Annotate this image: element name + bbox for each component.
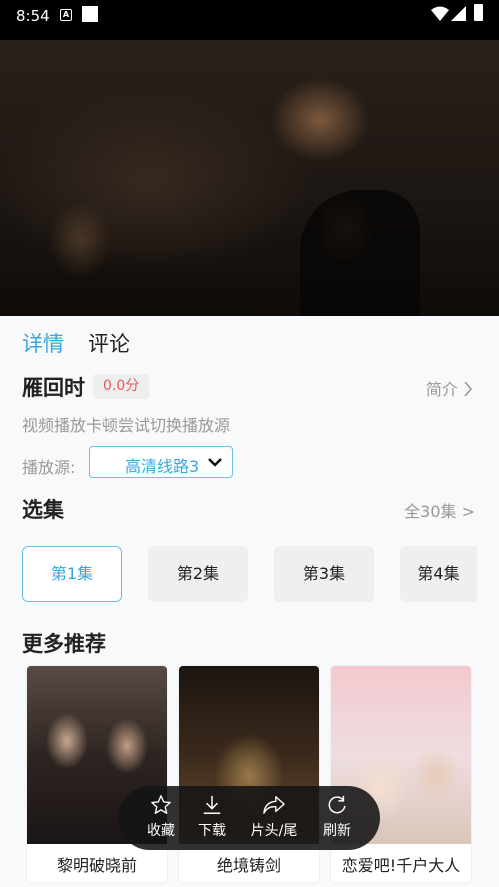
download-icon (203, 795, 221, 814)
chevron-right-icon (464, 381, 473, 397)
favorite-label: 收藏 (147, 823, 175, 839)
tab-comments[interactable]: 评论 (88, 328, 130, 358)
refresh-button[interactable]: 刷新 (309, 794, 365, 840)
favorite-button[interactable]: 收藏 (133, 794, 189, 840)
cell-signal-icon (451, 6, 466, 21)
intro-outro-button[interactable]: 片头/尾 (246, 794, 302, 840)
refresh-label: 刷新 (323, 823, 351, 839)
status-bar: 8:54 A (0, 0, 499, 40)
source-label: 播放源: (22, 458, 76, 477)
recommend-title: 更多推荐 (22, 632, 106, 656)
source-select[interactable]: 高清线路3 (89, 446, 233, 478)
share-forward-icon (263, 796, 285, 814)
all-episodes-link[interactable]: 全30集 > (404, 498, 475, 522)
wifi-icon (431, 6, 449, 21)
download-button[interactable]: 下载 (184, 794, 240, 840)
recommend-title-text: 恋爱吧!千户大人 (341, 856, 461, 875)
show-title: 雁回时 (22, 376, 85, 400)
refresh-icon (328, 795, 346, 814)
poster-calligraphy (389, 670, 468, 681)
video-player[interactable] (0, 40, 499, 316)
episodes-title: 选集 (22, 498, 64, 522)
video-frame-figure (300, 190, 420, 316)
tab-details[interactable]: 详情 (22, 328, 64, 358)
episode-1[interactable]: 第1集 (22, 546, 122, 602)
episode-3[interactable]: 第3集 (274, 546, 374, 602)
recommend-title-text: 绝境铸剑 (216, 856, 281, 875)
chevron-down-icon (208, 458, 222, 467)
download-label: 下载 (198, 823, 226, 839)
recommend-title-text: 黎明破晓前 (56, 856, 137, 875)
poster-calligraphy (67, 686, 97, 776)
playback-hint: 视频播放卡顿尝试切换播放源 (22, 416, 231, 435)
episode-4[interactable]: 第4集 (400, 546, 477, 602)
status-time: 8:54 (16, 7, 50, 25)
battery-icon (474, 4, 483, 21)
score-badge: 0.0分 (93, 374, 150, 399)
intro-outro-label: 片头/尾 (250, 823, 298, 839)
notification-square-icon (82, 6, 98, 22)
star-icon (151, 795, 171, 814)
notification-a-icon: A (60, 9, 72, 21)
intro-link[interactable]: 简介 (426, 376, 473, 400)
action-bar: 收藏 下载 片头/尾 刷新 (118, 786, 380, 850)
source-selected-value: 高清线路3 (125, 457, 200, 476)
intro-label: 简介 (425, 380, 458, 399)
episode-2[interactable]: 第2集 (148, 546, 248, 602)
